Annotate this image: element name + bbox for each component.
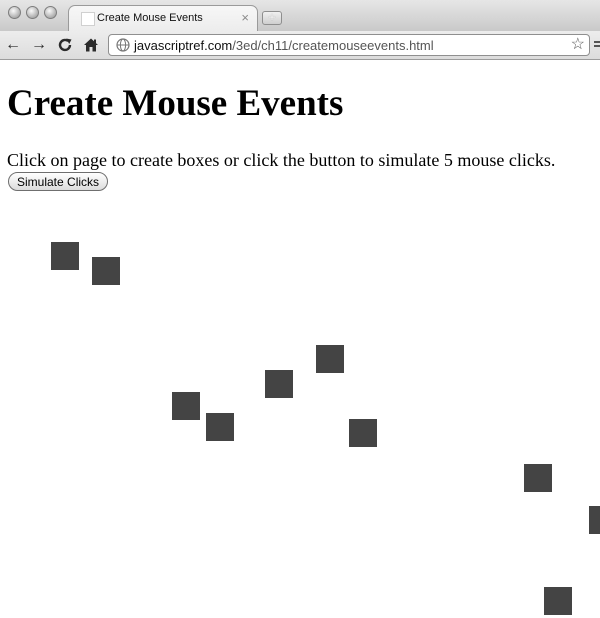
url-text: javascriptref.com/3ed/ch11/createmouseev…	[134, 38, 434, 53]
globe-icon	[116, 38, 130, 52]
wrench-menu-icon[interactable]	[594, 37, 600, 53]
mouse-box	[265, 370, 293, 398]
reload-icon[interactable]	[56, 36, 74, 54]
mouse-box	[544, 587, 572, 615]
mouse-box	[172, 392, 200, 420]
bookmark-star-icon[interactable]: ☆	[571, 35, 585, 55]
mouse-box	[206, 413, 234, 441]
zoom-window-button[interactable]	[44, 6, 57, 19]
address-bar[interactable]: javascriptref.com/3ed/ch11/createmouseev…	[108, 34, 590, 56]
window-titlebar: Create Mouse Events × +	[0, 0, 600, 32]
back-arrow-icon[interactable]: ←	[4, 36, 22, 54]
mouse-box	[589, 506, 600, 534]
mouse-box	[349, 419, 377, 447]
tab-title: Create Mouse Events	[97, 12, 203, 24]
browser-tab[interactable]: Create Mouse Events ×	[68, 5, 258, 32]
mouse-box	[92, 257, 120, 285]
tab-close-icon[interactable]: ×	[241, 10, 249, 26]
forward-arrow-icon[interactable]: →	[30, 36, 48, 54]
url-host: javascriptref.com	[134, 38, 233, 53]
url-path: /3ed/ch11/createmouseevents.html	[232, 38, 434, 53]
home-icon[interactable]	[82, 36, 100, 54]
mouse-box	[524, 464, 552, 492]
browser-toolbar: ← → javascriptref.com/3ed/ch11/createmou…	[0, 31, 600, 60]
page-title: Create Mouse Events	[7, 83, 344, 124]
instructions-text: Click on page to create boxes or click t…	[7, 150, 556, 170]
page-content[interactable]: Create Mouse Events Click on page to cre…	[0, 60, 600, 618]
simulate-clicks-button[interactable]: Simulate Clicks	[8, 172, 109, 191]
minimize-window-button[interactable]	[26, 6, 39, 19]
new-tab-button[interactable]: +	[262, 11, 282, 25]
mouse-box	[51, 242, 79, 270]
mouse-box	[316, 345, 344, 373]
page-favicon-icon	[81, 12, 95, 26]
close-window-button[interactable]	[8, 6, 21, 19]
